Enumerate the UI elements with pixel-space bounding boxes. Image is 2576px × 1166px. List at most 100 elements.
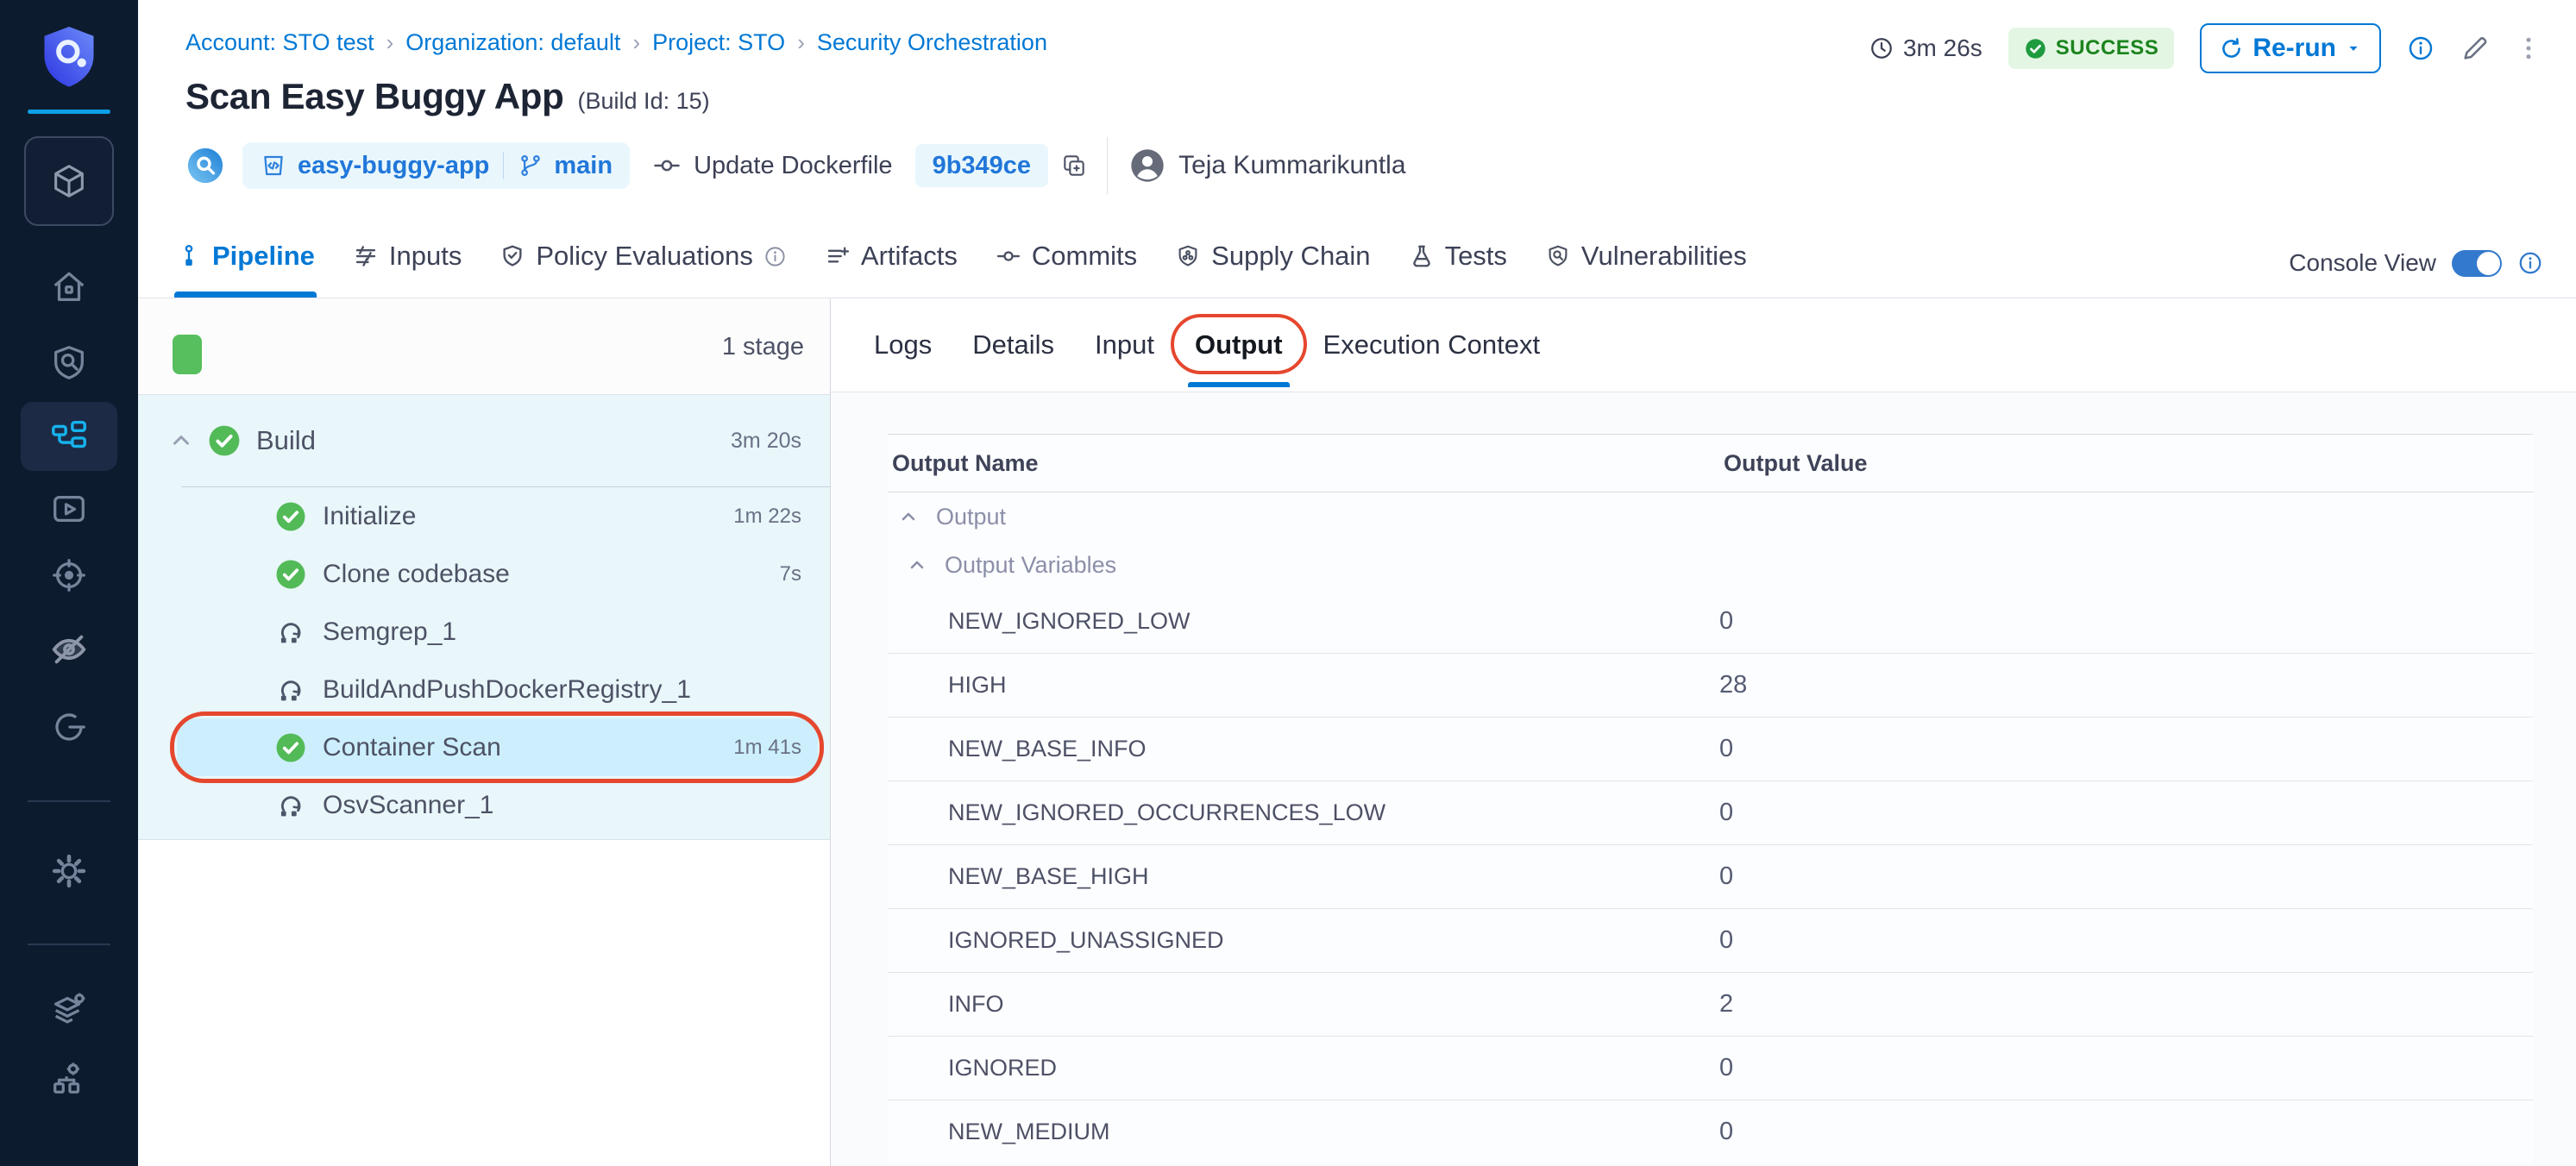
breadcrumb-account[interactable]: Account: STO test [185,29,374,56]
clock-icon [1869,35,1894,61]
rerun-caret-down-icon [2345,40,2362,57]
stage-success-check-icon [208,424,241,457]
step-name: Initialize [323,502,416,531]
git-branch-icon [518,153,543,179]
run-controls: 3m 26s SUCCESS Re-run [1869,22,2541,74]
output-value: 0 [1719,735,2533,763]
repo-name[interactable]: easy-buggy-app [298,152,489,180]
tab-input[interactable]: Input [1095,329,1154,360]
step-loop-icon [274,616,307,649]
pipeline-tab-icon [176,243,202,269]
step-loop-icon [274,674,307,706]
tab-policy-evaluations[interactable]: Policy Evaluations [499,215,787,298]
repo-branch-pill[interactable]: easy-buggy-app main [242,142,630,189]
sidebar-get-started-icon[interactable] [49,707,89,747]
tab-logs[interactable]: Logs [874,329,932,360]
output-name: NEW_IGNORED_OCCURRENCES_LOW [888,799,1719,826]
output-value: 0 [1719,607,2533,636]
pipelines-icon [49,417,89,456]
step-row-clone-codebase[interactable]: Clone codebase 7s [177,545,818,603]
rerun-button[interactable]: Re-run [2200,23,2381,73]
column-header-output-value: Output Value [1719,450,2533,477]
table-header-row: Output Name Output Value [888,435,2533,492]
tab-details[interactable]: Details [972,329,1054,360]
tab-label: Supply Chain [1211,241,1370,272]
rerun-label: Re-run [2252,34,2336,63]
breadcrumb-project[interactable]: Project: STO [652,29,785,56]
sto-shield-logo[interactable] [38,22,100,93]
table-row: IGNORED_UNASSIGNED 0 [888,908,2533,972]
commit-sha-pill[interactable]: 9b349ce [915,144,1049,187]
policy-info-icon[interactable] [763,245,787,268]
sidebar-active-module-indicator [28,110,110,114]
sidebar-scans-icon[interactable] [49,342,89,382]
step-row-initialize[interactable]: Initialize 1m 22s [177,487,818,545]
sidebar-divider [28,800,110,802]
breadcrumb-organization[interactable]: Organization: default [405,29,620,56]
step-duration: 1m 41s [733,736,801,760]
execution-content: 1 stage Build 3m 20s Initialize [138,298,2576,1166]
sidebar-org-network-icon[interactable] [49,1058,89,1098]
branch-name[interactable]: main [554,152,613,180]
execution-meta-row: easy-buggy-app main Update Dockerfile 9b… [185,140,1406,191]
build-id-label: (Build Id: 15) [578,88,710,115]
tab-pipeline[interactable]: Pipeline [176,215,315,298]
sidebar-exemptions-eye-slash-icon[interactable] [49,630,89,669]
console-view-label: Console View [2289,249,2436,277]
group-row-output[interactable]: Output [888,492,2533,541]
execution-info-icon[interactable] [2407,34,2435,62]
edit-pipeline-icon[interactable] [2460,34,2490,63]
output-name: INFO [888,991,1719,1018]
breadcrumb-separator: › [386,29,394,56]
step-name: Clone codebase [323,560,510,589]
module-selector-button[interactable] [24,136,114,226]
commit-sha[interactable]: 9b349ce [933,152,1032,180]
step-row-semgrep[interactable]: Semgrep_1 [177,603,818,661]
sidebar-executions-icon[interactable] [49,489,89,529]
repo-icon [260,152,287,179]
sidebar-pipelines-item-active[interactable] [21,402,117,471]
step-row-build-and-push-docker-registry[interactable]: BuildAndPushDockerRegistry_1 [177,661,818,718]
tab-label: Inputs [389,241,462,272]
step-row-container-scan-selected[interactable]: Container Scan 1m 41s [177,718,818,776]
step-row-osv-scanner[interactable]: OsvScanner_1 [177,776,818,834]
console-view-toggle[interactable] [2452,250,2502,277]
group-label: Output Variables [945,552,1116,579]
chevron-up-icon [898,506,919,527]
status-text: SUCCESS [2056,36,2159,60]
commit-message[interactable]: Update Dockerfile [694,152,893,180]
inputs-tab-icon [353,243,379,269]
stage-step-tree: Build 3m 20s Initialize 1m 22s Clone cod… [138,395,830,840]
tab-vulnerabilities[interactable]: Vulnerabilities [1545,215,1747,298]
sidebar-targets-icon[interactable] [49,555,89,595]
tab-execution-context[interactable]: Execution Context [1323,329,1541,360]
output-value: 2 [1719,990,2533,1019]
tab-supply-chain[interactable]: Supply Chain [1175,215,1370,298]
duration-text: 3m 26s [1903,34,1982,62]
tab-output[interactable]: Output [1195,329,1283,360]
tab-label: Pipeline [212,241,315,272]
tab-label: Vulnerabilities [1581,241,1747,272]
output-name: NEW_MEDIUM [888,1119,1719,1145]
sidebar-home-icon[interactable] [49,267,89,307]
vulnerabilities-tab-icon [1545,243,1571,269]
console-view-group: Console View [2289,249,2543,277]
breadcrumb-module[interactable]: Security Orchestration [817,29,1047,56]
table-row: HIGH 28 [888,653,2533,717]
tab-artifacts[interactable]: Artifacts [825,215,958,298]
table-row: NEW_IGNORED_OCCURRENCES_LOW 0 [888,780,2533,844]
module-cube-icon [49,161,89,201]
stage-row-build[interactable]: Build 3m 20s [138,395,830,486]
sidebar-settings-gear-icon[interactable] [49,851,89,891]
more-options-kebab-icon[interactable] [2516,34,2541,63]
copy-sha-icon[interactable] [1060,152,1088,179]
console-view-info-icon[interactable] [2517,250,2543,276]
table-row: NEW_MEDIUM 0 [888,1100,2533,1163]
step-name: Container Scan [323,733,501,762]
sidebar-layers-gear-icon[interactable] [49,989,89,1029]
breadcrumb-separator: › [632,29,640,56]
group-row-output-variables[interactable]: Output Variables [888,541,2533,589]
tab-inputs[interactable]: Inputs [353,215,462,298]
tab-tests[interactable]: Tests [1409,215,1507,298]
tab-commits[interactable]: Commits [996,215,1137,298]
